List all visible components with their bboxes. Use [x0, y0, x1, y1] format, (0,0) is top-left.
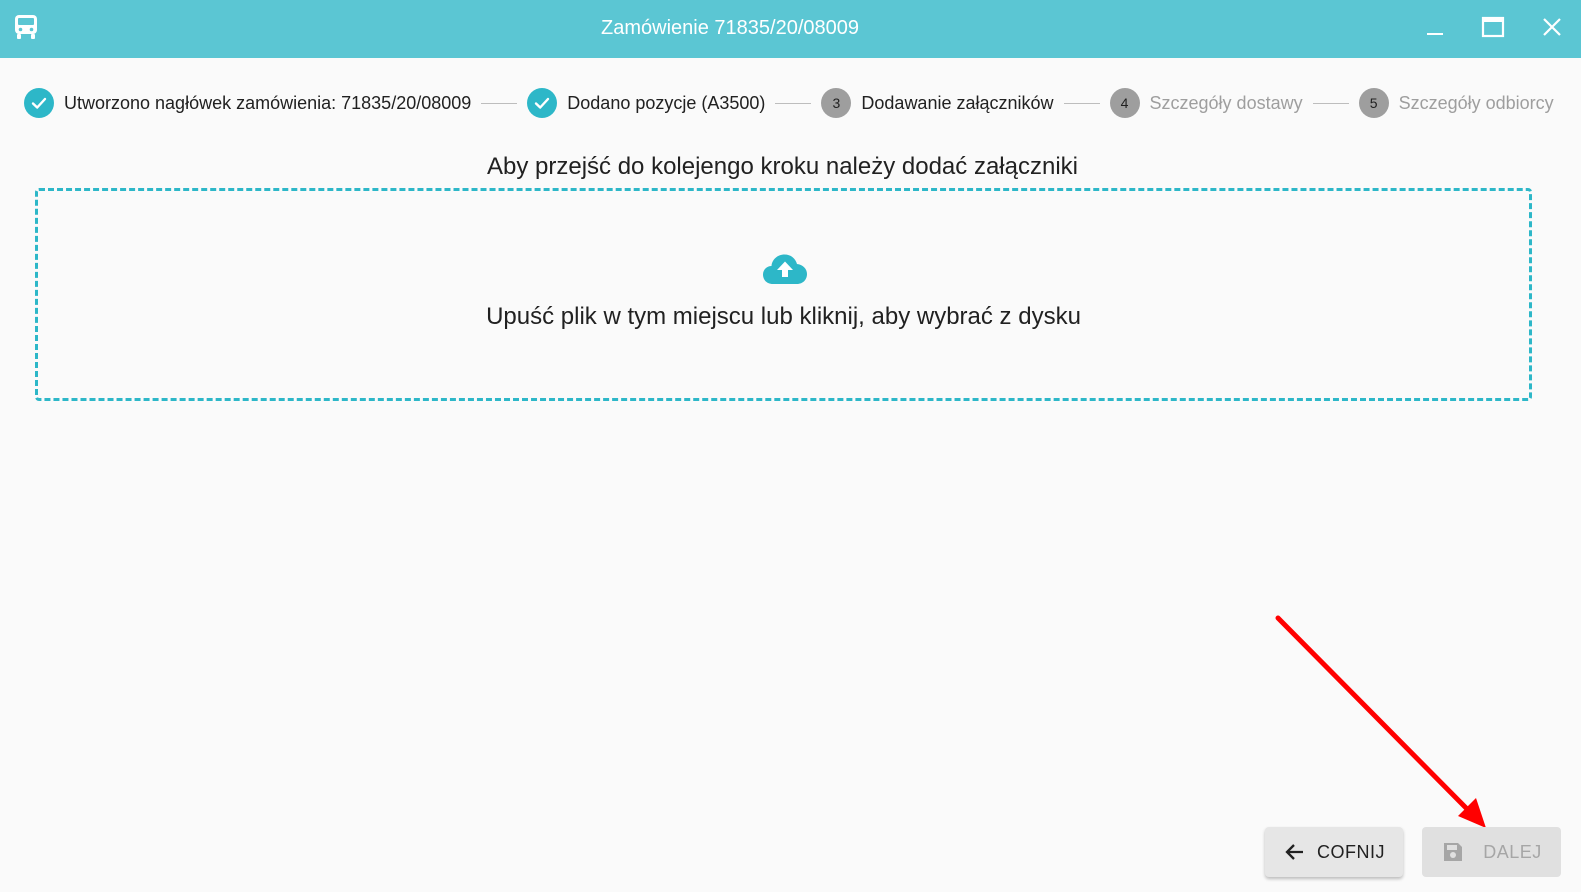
step-connector — [481, 102, 518, 104]
step-items-added: Dodano pozycje (A3500) — [527, 88, 765, 118]
step-label: Szczegóły odbiorcy — [1398, 92, 1554, 113]
dropzone-text: Upuść plik w tym miejscu lub kliknij, ab… — [486, 303, 1081, 330]
maximize-button[interactable] — [1478, 14, 1508, 44]
step-header-created: Utworzono nagłówek zamówienia: 71835/20/… — [24, 88, 471, 118]
file-dropzone[interactable]: Upuść plik w tym miejscu lub kliknij, ab… — [35, 188, 1532, 401]
back-button[interactable]: COFNIJ — [1265, 827, 1403, 877]
step-delivery-details: 4 Szczegóły dostawy — [1109, 88, 1303, 118]
maximize-icon — [1481, 15, 1505, 44]
check-icon — [24, 88, 54, 118]
next-button-label: DALEJ — [1483, 841, 1542, 862]
back-button-label: COFNIJ — [1317, 841, 1385, 862]
step-number: 3 — [821, 88, 852, 118]
minimize-icon — [1425, 17, 1445, 42]
minimize-button[interactable] — [1420, 14, 1450, 44]
step-label: Dodawanie załączników — [861, 92, 1054, 113]
arrow-left-icon — [1283, 840, 1307, 864]
step-connector — [1063, 102, 1100, 104]
next-button[interactable]: DALEJ — [1422, 827, 1561, 877]
close-icon — [1542, 17, 1562, 42]
step-number: 4 — [1109, 88, 1140, 118]
close-button[interactable] — [1537, 14, 1567, 44]
window-title: Zamówienie 71835/20/08009 — [601, 17, 859, 39]
step-connector — [1312, 102, 1349, 104]
step-connector — [775, 102, 812, 104]
check-icon — [527, 88, 558, 118]
order-stepper: Utworzono nagłówek zamówienia: 71835/20/… — [24, 86, 1554, 120]
step-attachments: 3 Dodawanie załączników — [821, 88, 1054, 118]
title-bar: Zamówienie 71835/20/08009 — [0, 0, 1581, 58]
step-label: Szczegóły dostawy — [1149, 92, 1303, 113]
save-icon — [1441, 840, 1465, 864]
step-label: Utworzono nagłówek zamówienia: 71835/20/… — [64, 92, 472, 113]
cloud-upload-icon — [762, 253, 808, 285]
step-number: 5 — [1358, 88, 1389, 118]
page-heading: Aby przejść do kolejengo kroku należy do… — [487, 153, 1078, 180]
annotation-arrow-icon — [1275, 615, 1486, 828]
step-label: Dodano pozycje (A3500) — [567, 92, 766, 113]
step-recipient-details: 5 Szczegóły odbiorcy — [1358, 88, 1554, 118]
